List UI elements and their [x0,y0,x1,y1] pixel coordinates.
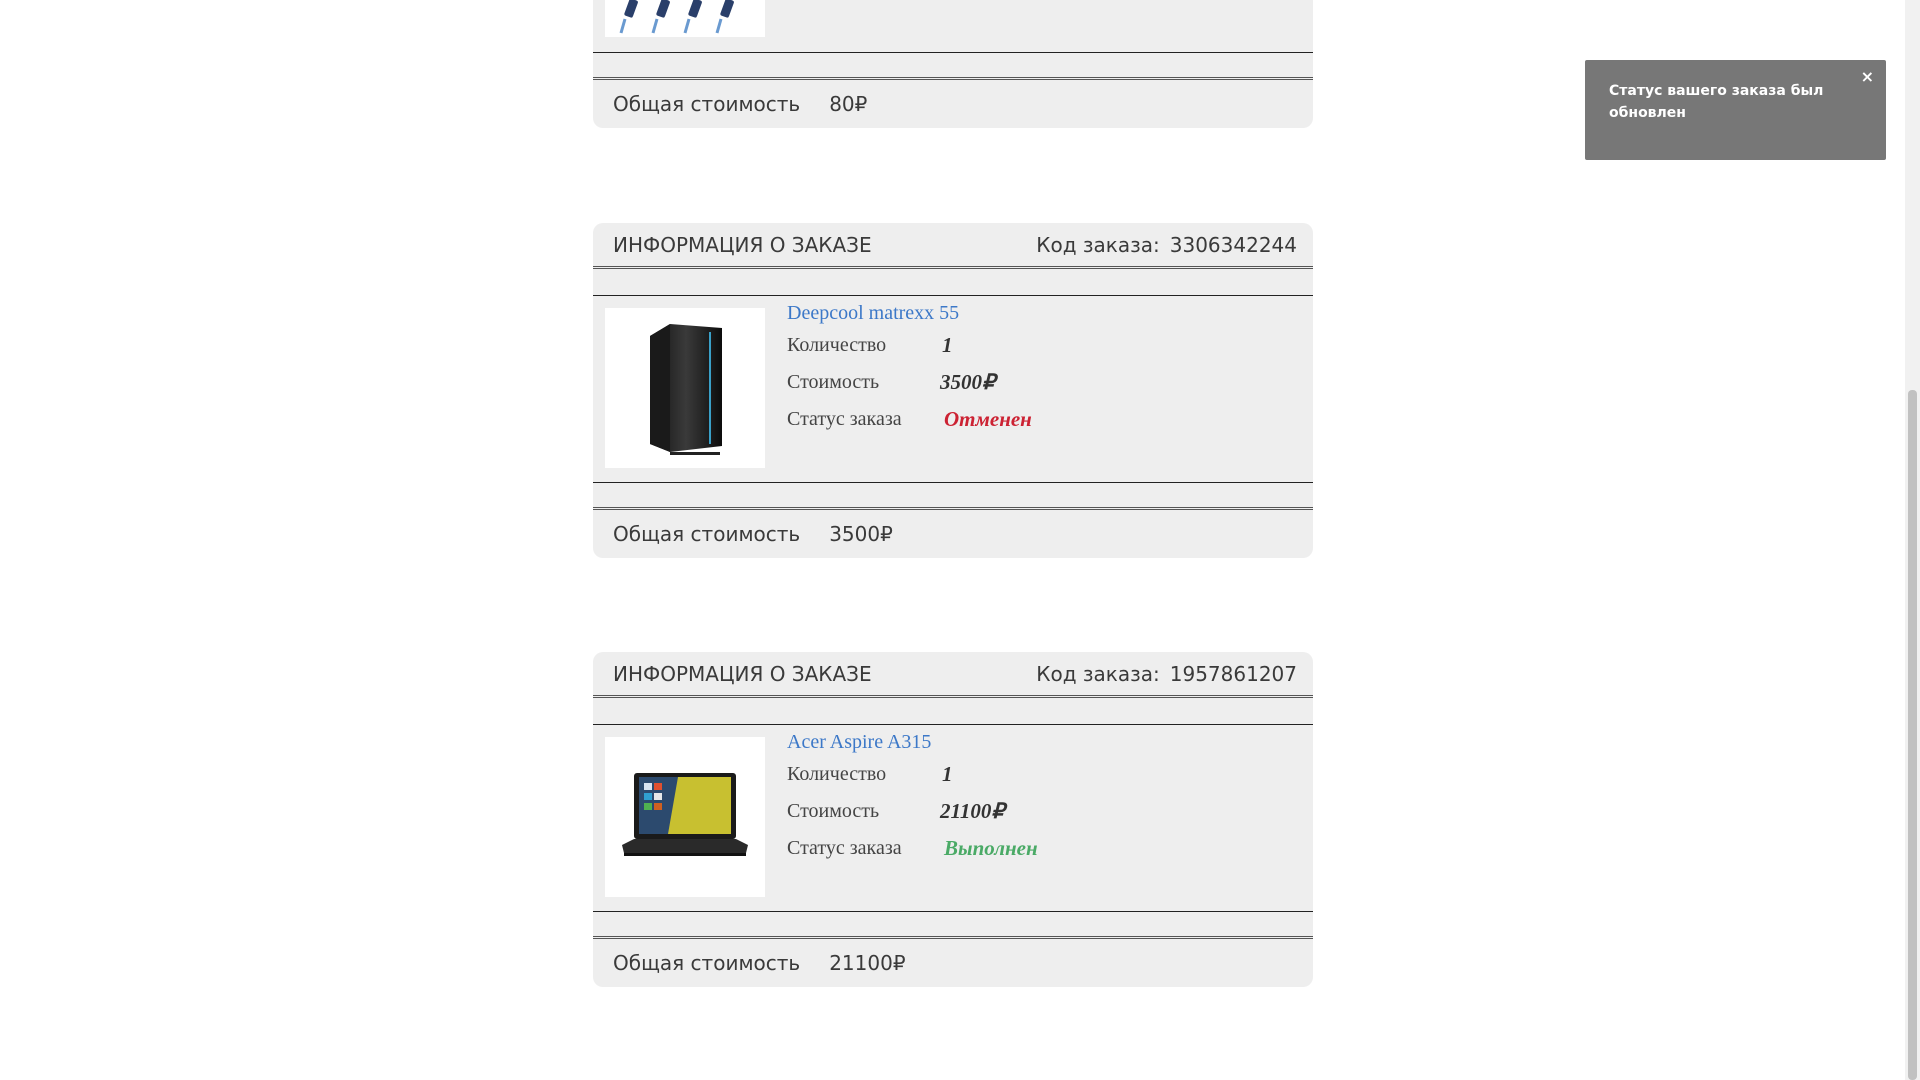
status-badge: Отменен [944,407,1032,431]
totals-divider [593,53,1313,80]
order-header: ИНФОРМАЦИЯ О ЗАКАЗЕ Код заказа: 195786120… [593,652,1313,698]
item-info: Acer Aspire A315 Количество 1 Стоимость … [787,728,1038,867]
totals-divider [593,912,1313,939]
order-item-top [593,0,1313,53]
order-total-row: Общая стоимость 21100₽ [593,939,1313,987]
order-code: Код заказа: 3306342244 [1036,233,1297,257]
price-row: Стоимость 21100₽ [787,793,1038,830]
product-link[interactable]: Deepcool matrexx 55 [787,299,1032,327]
quantity-label: Количество [787,763,887,785]
divider [593,269,1313,296]
product-link[interactable]: Acer Aspire A315 [787,728,1038,756]
scrollbar[interactable] [1905,0,1920,1080]
quantity-value: 1 [942,762,953,786]
total-value: 80₽ [829,92,868,116]
laptop-icon [622,773,748,856]
status-label: Статус заказа [787,837,902,859]
pc-case-icon [650,324,722,455]
order-code-value: 3306342244 [1169,232,1297,257]
quantity-row: Количество 1 [787,327,1032,364]
total-value: 3500₽ [829,522,893,546]
toast-message: Статус вашего заказа был обновлен [1609,83,1824,121]
status-badge: Выполнен [944,836,1038,860]
order-header: ИНФОРМАЦИЯ О ЗАКАЗЕ Код заказа: 330634224… [593,223,1313,269]
total-label: Общая стоимость [613,522,801,546]
close-icon[interactable]: × [1861,66,1874,88]
scrollbar-thumb[interactable] [1908,390,1917,1080]
price-label: Стоимость [787,800,880,822]
item-info: Deepcool matrexx 55 Количество 1 Стоимос… [787,299,1032,438]
order-total-row: Общая стоимость 3500₽ [593,510,1313,558]
order-block: ИНФОРМАЦИЯ О ЗАКАЗЕ Код заказа: 195786120… [593,652,1313,987]
order-code-label: Код заказа: [1036,661,1160,686]
price-value: 3500₽ [940,370,996,394]
price-label: Стоимость [787,371,880,393]
total-value: 21100₽ [829,951,906,975]
order-info-heading: ИНФОРМАЦИЯ О ЗАКАЗЕ [613,232,872,257]
price-row: Стоимость 3500₽ [787,364,1032,401]
order-item: Deepcool matrexx 55 Количество 1 Стоимос… [593,296,1313,483]
product-image[interactable] [605,737,765,897]
order-block: ИНФОРМАЦИЯ О ЗАКАЗЕ Код заказа: 330634224… [593,223,1313,558]
divider [593,698,1313,725]
order-code: Код заказа: 1957861207 [1036,662,1297,686]
product-image-cables[interactable] [605,0,765,37]
status-label: Статус заказа [787,408,902,430]
price-value: 21100₽ [940,799,1005,823]
order-code-value: 1957861207 [1169,661,1297,686]
totals-divider [593,483,1313,510]
status-row: Статус заказа Отменен [787,401,1032,438]
order-total-row: Общая стоимость 80₽ [593,80,1313,128]
product-image[interactable] [605,308,765,468]
quantity-label: Количество [787,334,887,356]
total-label: Общая стоимость [613,951,801,975]
order-code-label: Код заказа: [1036,232,1160,257]
total-label: Общая стоимость [613,92,801,116]
order-block-top: Общая стоимость 80₽ [593,0,1313,128]
quantity-row: Количество 1 [787,756,1038,793]
order-info-heading: ИНФОРМАЦИЯ О ЗАКАЗЕ [613,661,872,686]
toast-notification: × Статус вашего заказа был обновлен [1585,60,1886,160]
status-row: Статус заказа Выполнен [787,830,1038,867]
quantity-value: 1 [942,333,953,357]
cables-icon [619,0,734,34]
order-item: Acer Aspire A315 Количество 1 Стоимость … [593,725,1313,912]
